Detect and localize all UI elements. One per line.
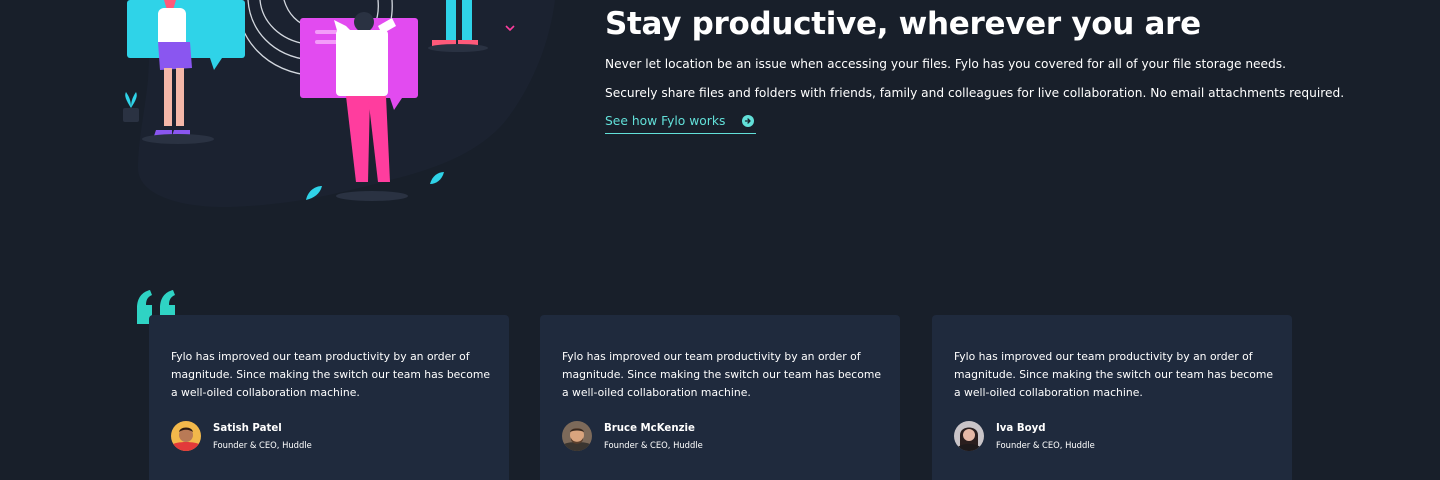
testimonial-author: Iva Boyd Founder & CEO, Huddle [954,421,1270,451]
author-info: Iva Boyd Founder & CEO, Huddle [996,422,1095,451]
author-name: Satish Patel [213,422,282,434]
author-info: Bruce McKenzie Founder & CEO, Huddle [604,422,703,451]
testimonial-text: Fylo has improved our team productivity … [562,350,882,399]
testimonial-text: Fylo has improved our team productivity … [954,350,1274,399]
testimonial-card: Fylo has improved our team productivity … [540,315,900,480]
see-how-fylo-works-link[interactable]: See how Fylo works [605,113,757,134]
author-info: Satish Patel Founder & CEO, Huddle [213,422,312,451]
author-name: Bruce McKenzie [604,422,695,434]
paragraph-sharing: Securely share files and folders with fr… [605,86,1345,100]
paragraph-location: Never let location be an issue when acce… [605,57,1287,71]
testimonial-text: Fylo has improved our team productivity … [171,350,491,399]
author-role: Founder & CEO, Huddle [213,439,312,450]
productivity-illustration [110,0,570,215]
arrow-circle-icon [742,115,755,127]
testimonial-card: Fylo has improved our team productivity … [932,315,1292,480]
testimonial-author: Bruce McKenzie Founder & CEO, Huddle [562,421,878,451]
link-label: See how Fylo works [605,114,726,128]
testimonial-author: Satish Patel Founder & CEO, Huddle [171,421,487,451]
testimonial-card: Fylo has improved our team productivity … [149,315,509,480]
avatar [171,421,201,451]
author-name: Iva Boyd [996,422,1046,434]
avatar [562,421,592,451]
author-role: Founder & CEO, Huddle [996,439,1095,450]
section-title: Stay productive, wherever you are [605,6,1201,42]
author-role: Founder & CEO, Huddle [604,439,703,450]
productive-section: Stay productive, wherever you are Never … [605,4,1345,134]
avatar [954,421,984,451]
